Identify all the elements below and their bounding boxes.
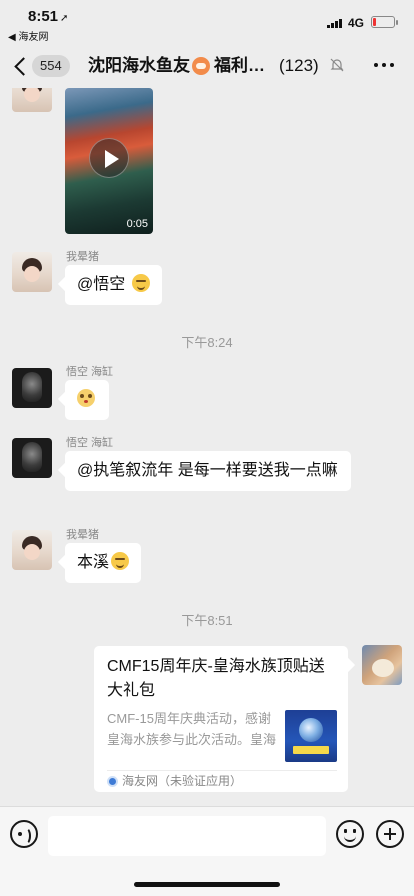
message-bubble[interactable]: @执笔叙流年 是每一样要送我一点嘛 [65, 451, 351, 491]
avatar[interactable] [12, 530, 52, 570]
link-card-description: CMF-15周年庆典活动，感谢皇海水族参与此次活动。皇海大礼包活动时… [107, 711, 277, 747]
timestamp: 下午8:51 [181, 613, 233, 628]
message-input[interactable] [48, 816, 326, 856]
location-arrow-icon: ➚ [60, 13, 69, 24]
grin-emoji-icon [111, 552, 130, 570]
battery-fill [373, 18, 376, 26]
network-type: 4G [348, 16, 365, 30]
message-bubble[interactable]: @悟空 [65, 265, 162, 305]
avatar[interactable] [12, 368, 52, 408]
plus-icon[interactable] [376, 820, 404, 848]
back-to-app-link[interactable]: ◀ 海友网 [8, 28, 48, 43]
divider [107, 770, 337, 771]
my-avatar[interactable] [362, 645, 402, 685]
avatar[interactable] [12, 438, 52, 478]
video-message[interactable]: 0:05 [65, 88, 153, 234]
link-card-source: 海友网（未验证应用） [107, 774, 242, 788]
link-card-title: CMF15周年庆-皇海水族顶贴送大礼包 [107, 658, 325, 699]
video-duration: 0:05 [126, 218, 148, 230]
member-count: (123) [279, 56, 319, 75]
play-icon[interactable] [89, 138, 129, 178]
sender-name: 悟空 海缸 [66, 366, 114, 378]
bell-off-icon [330, 58, 344, 72]
link-card-message[interactable]: CMF15周年庆-皇海水族顶贴送大礼包 CMF-15周年庆典活动，感谢皇海水族参… [94, 646, 348, 792]
embarrassed-emoji-icon [77, 389, 95, 407]
message-bubble[interactable]: 本溪 [65, 543, 142, 583]
voice-icon[interactable] [10, 820, 38, 848]
sender-name: 我晕猪 [66, 529, 99, 541]
link-card-source-text: 海友网（未验证应用） [122, 774, 243, 788]
chat-title: 沈阳海水鱼友 福利… (123) [88, 55, 324, 77]
message-list[interactable]: 0:05 我晕猪 @悟空 下午8:24 悟空 海缸 悟空 海缸 @执笔叙流年 是… [0, 88, 414, 806]
more-button[interactable] [374, 63, 394, 67]
status-bar: 8:51 ➚ ◀ 海友网 4G [0, 0, 414, 44]
avatar[interactable] [12, 88, 52, 112]
group-name: 沈阳海水鱼友 [88, 56, 190, 75]
message-text: @执笔叙流年 是每一样要送我一点嘛 [77, 462, 338, 479]
link-card-thumbnail [285, 710, 337, 762]
app-logo-icon [107, 775, 118, 787]
message-text: 本溪 [77, 554, 110, 571]
battery-icon [371, 16, 398, 28]
back-button[interactable] [12, 54, 32, 78]
avatar[interactable] [12, 252, 52, 292]
emoji-icon[interactable] [336, 820, 364, 848]
home-indicator[interactable] [134, 882, 280, 887]
grin-emoji-icon [131, 274, 150, 292]
sender-name: 我晕猪 [66, 251, 99, 263]
chat-header: 554 沈阳海水鱼友 福利… (123) [0, 44, 414, 88]
signal-icon [327, 18, 342, 28]
unread-badge[interactable]: 554 [32, 55, 70, 77]
sender-name: 悟空 海缸 [66, 437, 114, 449]
group-name-suffix: 福利… [214, 56, 265, 75]
message-text: @悟空 [77, 276, 126, 293]
message-bubble[interactable] [65, 380, 109, 420]
status-time: 8:51 ➚ [28, 8, 69, 25]
fish-emoji-icon [192, 57, 210, 75]
timestamp: 下午8:24 [181, 335, 233, 350]
